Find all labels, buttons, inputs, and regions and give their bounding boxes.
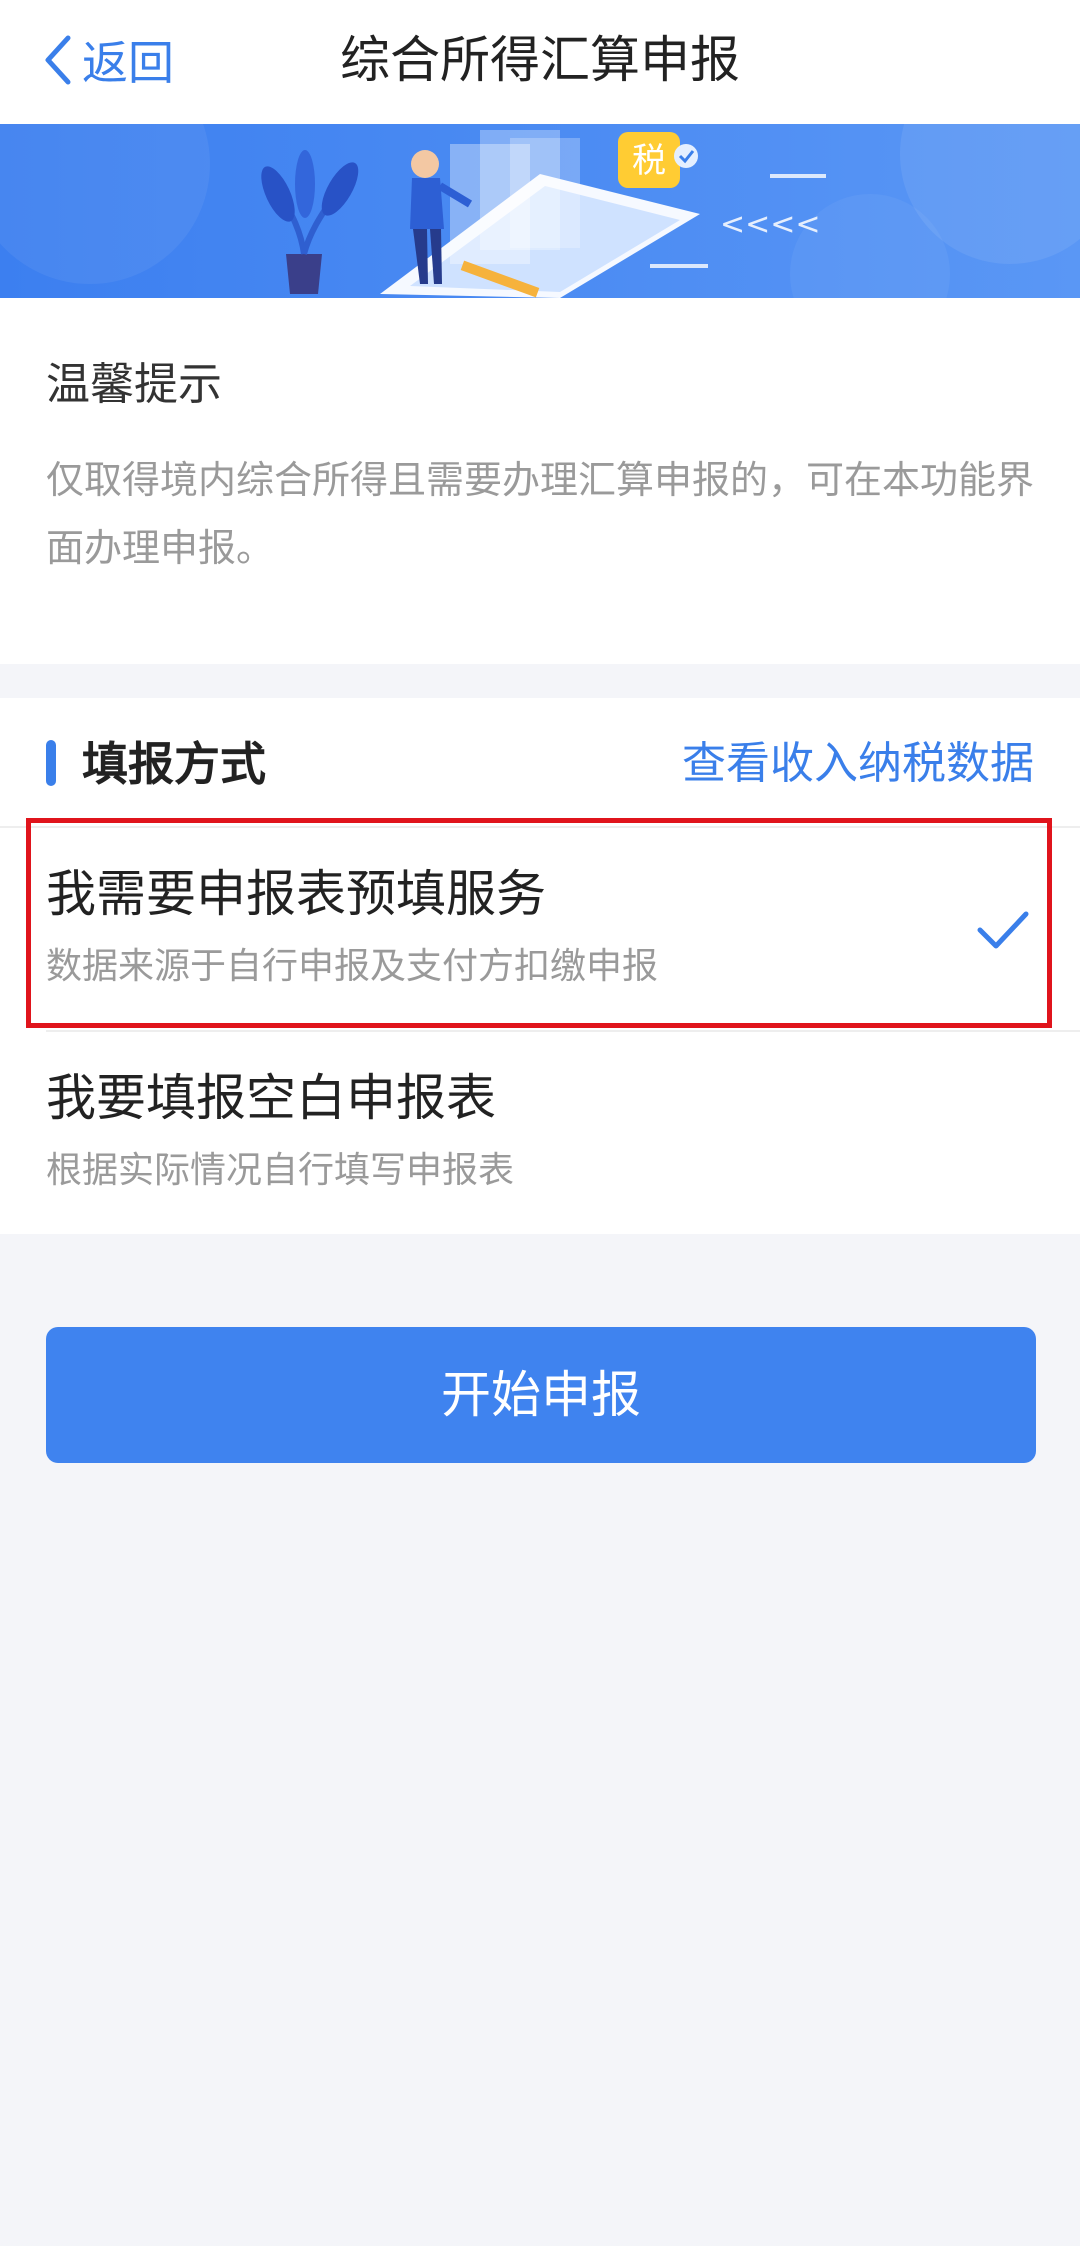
nav-header: 返回 综合所得汇算申报 xyxy=(0,0,1080,124)
section-header: 填报方式 查看收入纳税数据 xyxy=(0,698,1080,826)
svg-text:税: 税 xyxy=(632,141,666,181)
option-prefill-service[interactable]: 我需要申报表预填服务 数据来源于自行申报及支付方扣缴申报 xyxy=(0,828,1080,1028)
checkmark-icon xyxy=(977,911,1029,949)
section-title: 填报方式 xyxy=(82,737,266,791)
option-label: 我要填报空白申报表 xyxy=(46,1069,496,1127)
tip-section: 温馨提示 仅取得境内综合所得且需要办理汇算申报的，可在本功能界面办理申报。 xyxy=(0,298,1080,664)
arrows-graphic: <<<< xyxy=(720,207,821,242)
page: 返回 综合所得汇算申报 税 <<<< 温馨提示 仅取得境内综合所得且需要办理汇算… xyxy=(0,0,1080,2246)
view-income-tax-data-link[interactable]: 查看收入纳税数据 xyxy=(682,732,1034,796)
section-accent-bar xyxy=(46,740,56,786)
fill-method-section: 填报方式 查看收入纳税数据 我需要申报表预填服务 数据来源于自行申报及支付方扣缴… xyxy=(0,698,1080,1234)
start-declaration-button[interactable]: 开始申报 xyxy=(46,1327,1036,1463)
banner-illustration: 税 <<<< xyxy=(0,124,1080,298)
tip-text: 仅取得境内综合所得且需要办理汇算申报的，可在本功能界面办理申报。 xyxy=(46,458,1035,570)
page-title: 综合所得汇算申报 xyxy=(340,31,740,89)
tip-title: 温馨提示 xyxy=(46,359,222,410)
option-description: 数据来源于自行申报及支付方扣缴申报 xyxy=(46,946,659,987)
option-label: 我需要申报表预填服务 xyxy=(46,865,546,923)
option-blank-form[interactable]: 我要填报空白申报表 根据实际情况自行填写申报表 xyxy=(0,1032,1080,1232)
option-description: 根据实际情况自行填写申报表 xyxy=(46,1150,515,1191)
